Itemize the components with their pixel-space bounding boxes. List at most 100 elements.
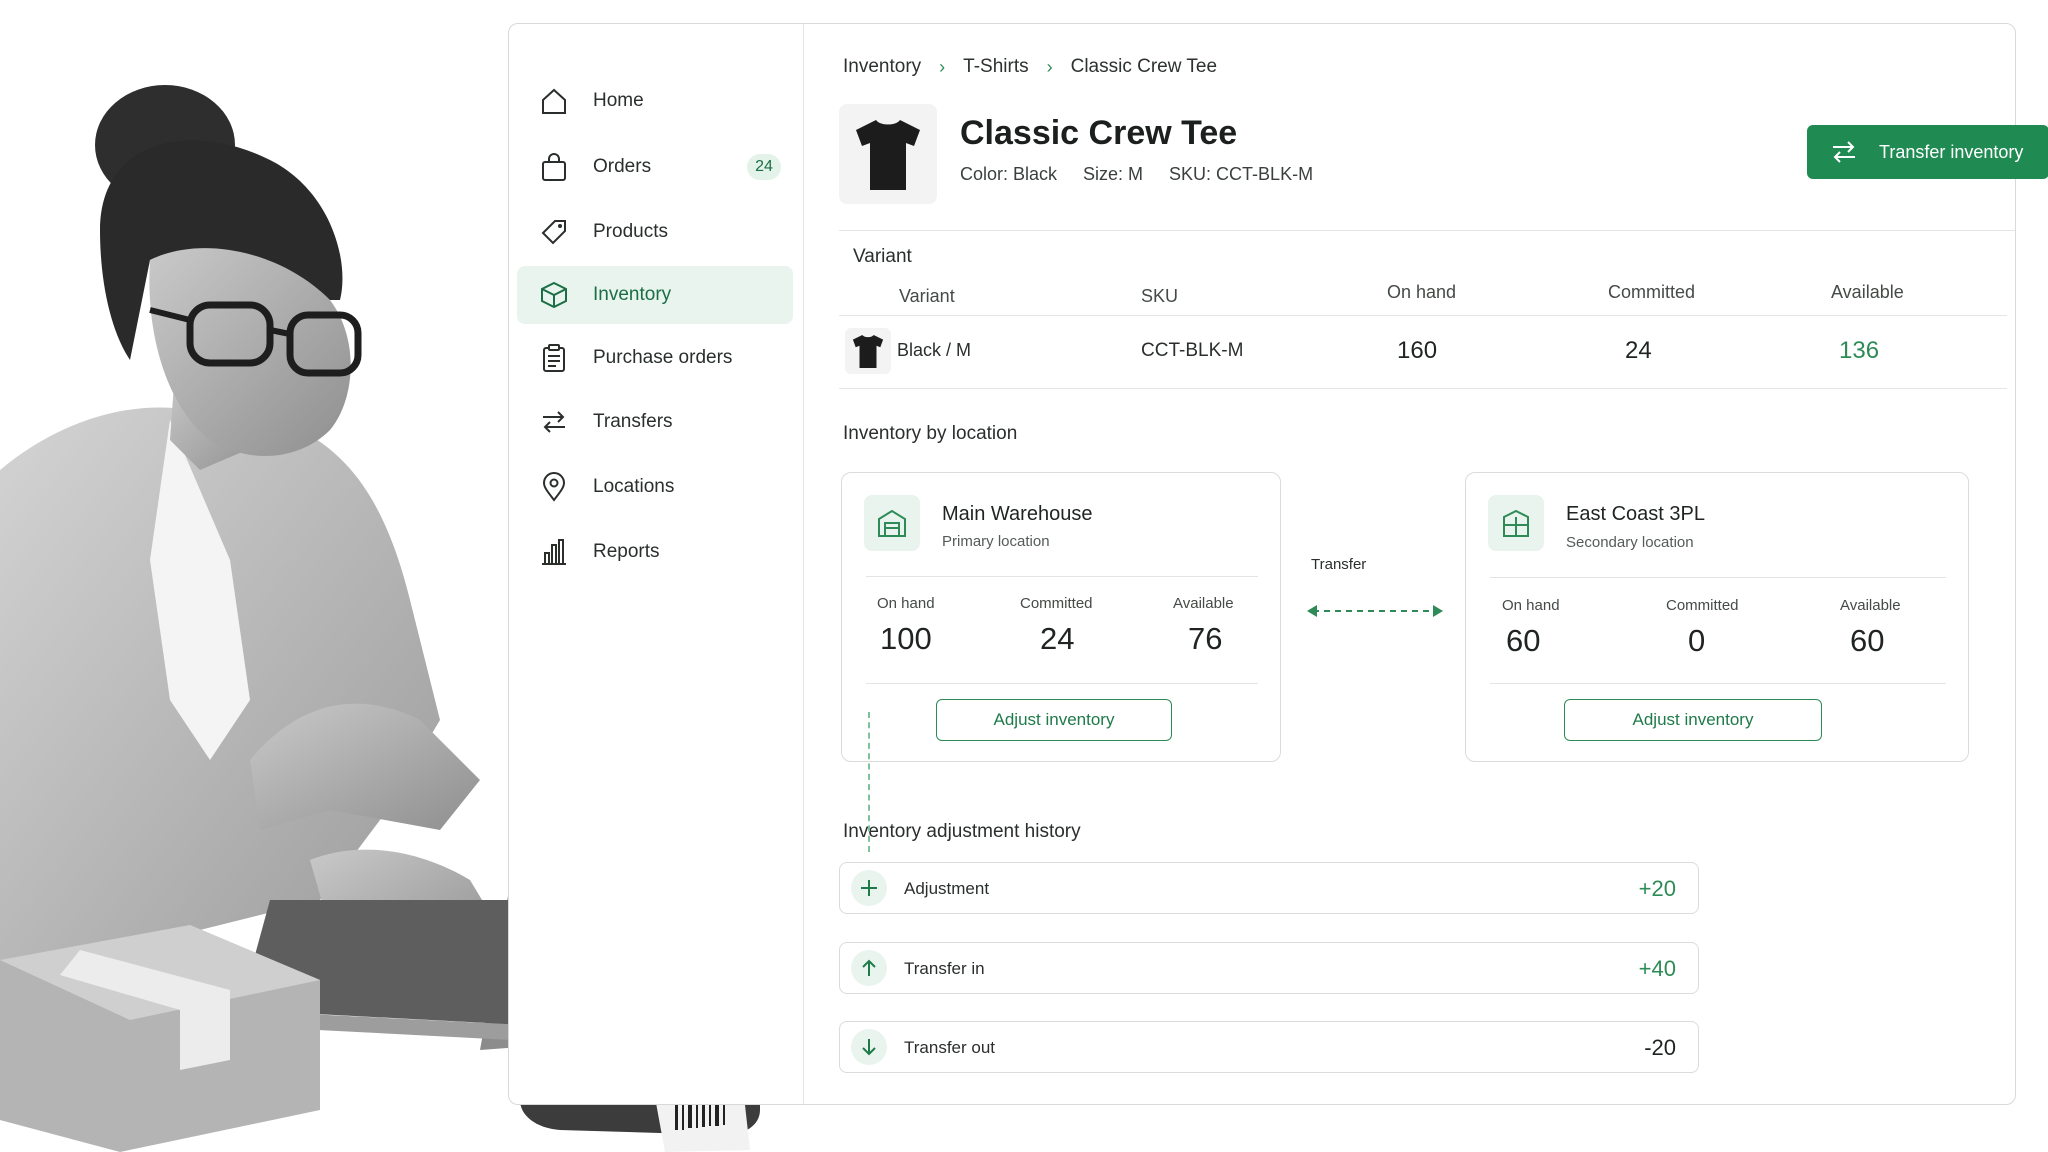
tag-icon: [541, 220, 566, 245]
adjust-inventory-button[interactable]: Adjust inventory: [936, 699, 1172, 741]
variant-on-hand: 160: [1397, 337, 1438, 364]
transfer-connector-label: Transfer: [1311, 556, 1367, 573]
sidebar-item-label: Products: [593, 221, 668, 242]
history-section-label: Inventory adjustment history: [843, 821, 1081, 842]
variant-available: 136: [1839, 337, 1880, 364]
arrows-swap-icon: [543, 411, 565, 433]
breadcrumb: Inventory › T-Shirts › Classic Crew Tee: [843, 56, 1217, 78]
divider: [839, 230, 2015, 231]
variant-committed: 24: [1625, 337, 1652, 364]
divider: [1490, 577, 1946, 578]
history-timeline: [868, 712, 870, 852]
locations-section-label: Inventory by location: [843, 423, 1018, 444]
map-pin-icon: [542, 472, 566, 502]
divider: [1490, 683, 1946, 684]
stat-available: 60: [1850, 623, 1885, 658]
breadcrumb-current: Classic Crew Tee: [1070, 56, 1218, 77]
bar-chart-icon: [542, 539, 566, 565]
stat-committed: 0: [1688, 623, 1706, 658]
column-header-available: Available: [1831, 282, 1904, 302]
sidebar-item-products[interactable]: Products: [517, 203, 793, 261]
building-icon: [1488, 495, 1544, 551]
column-header-sku: SKU: [1141, 286, 1179, 306]
breadcrumb-inventory[interactable]: Inventory: [843, 56, 921, 78]
stat-committed: 24: [1040, 621, 1075, 656]
stat-label-available: Available: [1173, 595, 1234, 612]
stat-available: 76: [1188, 621, 1223, 656]
location-name: East Coast 3PL: [1566, 503, 1705, 525]
product-meta: Color: Black Size: M SKU: CCT-BLK-M: [960, 164, 1313, 185]
sidebar-item-label: Inventory: [593, 284, 672, 305]
sidebar-item-label: Locations: [593, 476, 675, 497]
history-label: Transfer out: [904, 1038, 996, 1057]
column-header-committed: Committed: [1608, 282, 1696, 302]
location-subtitle: Secondary location: [1566, 534, 1694, 551]
tshirt-icon: [852, 334, 884, 368]
history-label: Transfer in: [904, 959, 985, 978]
sidebar-item-reports[interactable]: Reports: [517, 523, 793, 581]
stat-label-available: Available: [1840, 597, 1901, 614]
stat-on-hand: 100: [880, 621, 932, 656]
variant-section-label: Variant: [853, 246, 912, 267]
column-header-variant: Variant: [899, 286, 955, 306]
product-color: Color: Black: [960, 164, 1058, 184]
column-header-on-hand: On hand: [1387, 282, 1457, 302]
sidebar-item-orders[interactable]: Orders 24: [517, 138, 793, 196]
plus-icon: [851, 870, 887, 906]
sidebar-item-home[interactable]: Home: [517, 72, 793, 130]
history-row-transfer-in[interactable]: Transfer in +40: [839, 942, 1699, 994]
sidebar-item-label: Home: [593, 90, 644, 111]
table-row[interactable]: Black / M CCT-BLK-M 160 24 136: [839, 316, 2007, 388]
stat-label-on-hand: On hand: [877, 595, 935, 612]
orders-count-badge: 24: [747, 154, 781, 180]
history-value: -20: [1644, 1035, 1676, 1060]
variant-name: Black / M: [897, 340, 972, 360]
breadcrumb-tshirts[interactable]: T-Shirts: [963, 56, 1028, 78]
variant-sku: CCT-BLK-M: [1141, 340, 1244, 361]
sidebar-item-label: Transfers: [593, 411, 673, 432]
history-value: +40: [1638, 956, 1676, 981]
history-row-adjustment[interactable]: Adjustment +20: [839, 862, 1699, 914]
stat-label-committed: Committed: [1666, 597, 1739, 614]
transfer-inventory-button[interactable]: Transfer inventory: [1807, 125, 2048, 179]
arrows-swap-icon: [1833, 141, 1855, 163]
sidebar-item-label: Purchase orders: [593, 347, 733, 368]
sidebar-item-label: Orders: [593, 156, 652, 177]
sidebar: Home Orders 24 Products Inventory Purcha…: [509, 24, 804, 1104]
sidebar-item-inventory[interactable]: Inventory: [517, 266, 793, 324]
box-icon: [541, 281, 567, 309]
stat-label-on-hand: On hand: [1502, 597, 1560, 614]
location-name: Main Warehouse: [942, 503, 1093, 525]
screen: Home Orders 24 Products Inventory Purcha…: [0, 0, 2048, 1152]
history-label: Adjustment: [904, 879, 990, 898]
history-row-transfer-out[interactable]: Transfer out -20: [839, 1021, 1699, 1073]
divider: [839, 388, 2007, 389]
page-title: Classic Crew Tee: [960, 114, 1238, 152]
product-sku: SKU: CCT-BLK-M: [1169, 164, 1314, 184]
transfer-connector-arrow-icon: [1307, 605, 1443, 617]
location-subtitle: Primary location: [942, 533, 1050, 550]
tshirt-icon: [856, 120, 920, 190]
location-card-east-coast-3pl: East Coast 3PL Secondary location On han…: [1465, 472, 1969, 762]
home-icon: [542, 88, 566, 114]
sidebar-item-transfers[interactable]: Transfers: [517, 393, 793, 451]
product-thumbnail: [839, 104, 937, 204]
location-card-main-warehouse: Main Warehouse Primary location On hand …: [841, 472, 1281, 762]
chevron-right-icon: ›: [1046, 56, 1053, 77]
variant-thumbnail: [845, 328, 891, 374]
app-window: Home Orders 24 Products Inventory Purcha…: [508, 23, 2048, 1105]
stat-on-hand: 60: [1506, 623, 1541, 658]
history-value: +20: [1638, 876, 1676, 901]
stat-label-committed: Committed: [1020, 595, 1093, 612]
clipboard-icon: [543, 344, 565, 372]
sidebar-item-purchase-orders[interactable]: Purchase orders: [517, 329, 793, 387]
shopping-bag-icon: [542, 153, 566, 181]
sidebar-item-locations[interactable]: Locations: [517, 458, 793, 516]
arrow-down-icon: [851, 1029, 887, 1065]
divider: [866, 683, 1258, 684]
product-size: Size: M: [1083, 164, 1144, 184]
adjust-inventory-button[interactable]: Adjust inventory: [1564, 699, 1822, 741]
chevron-right-icon: ›: [939, 56, 946, 77]
sidebar-item-label: Reports: [593, 541, 660, 562]
warehouse-icon: [864, 495, 920, 551]
